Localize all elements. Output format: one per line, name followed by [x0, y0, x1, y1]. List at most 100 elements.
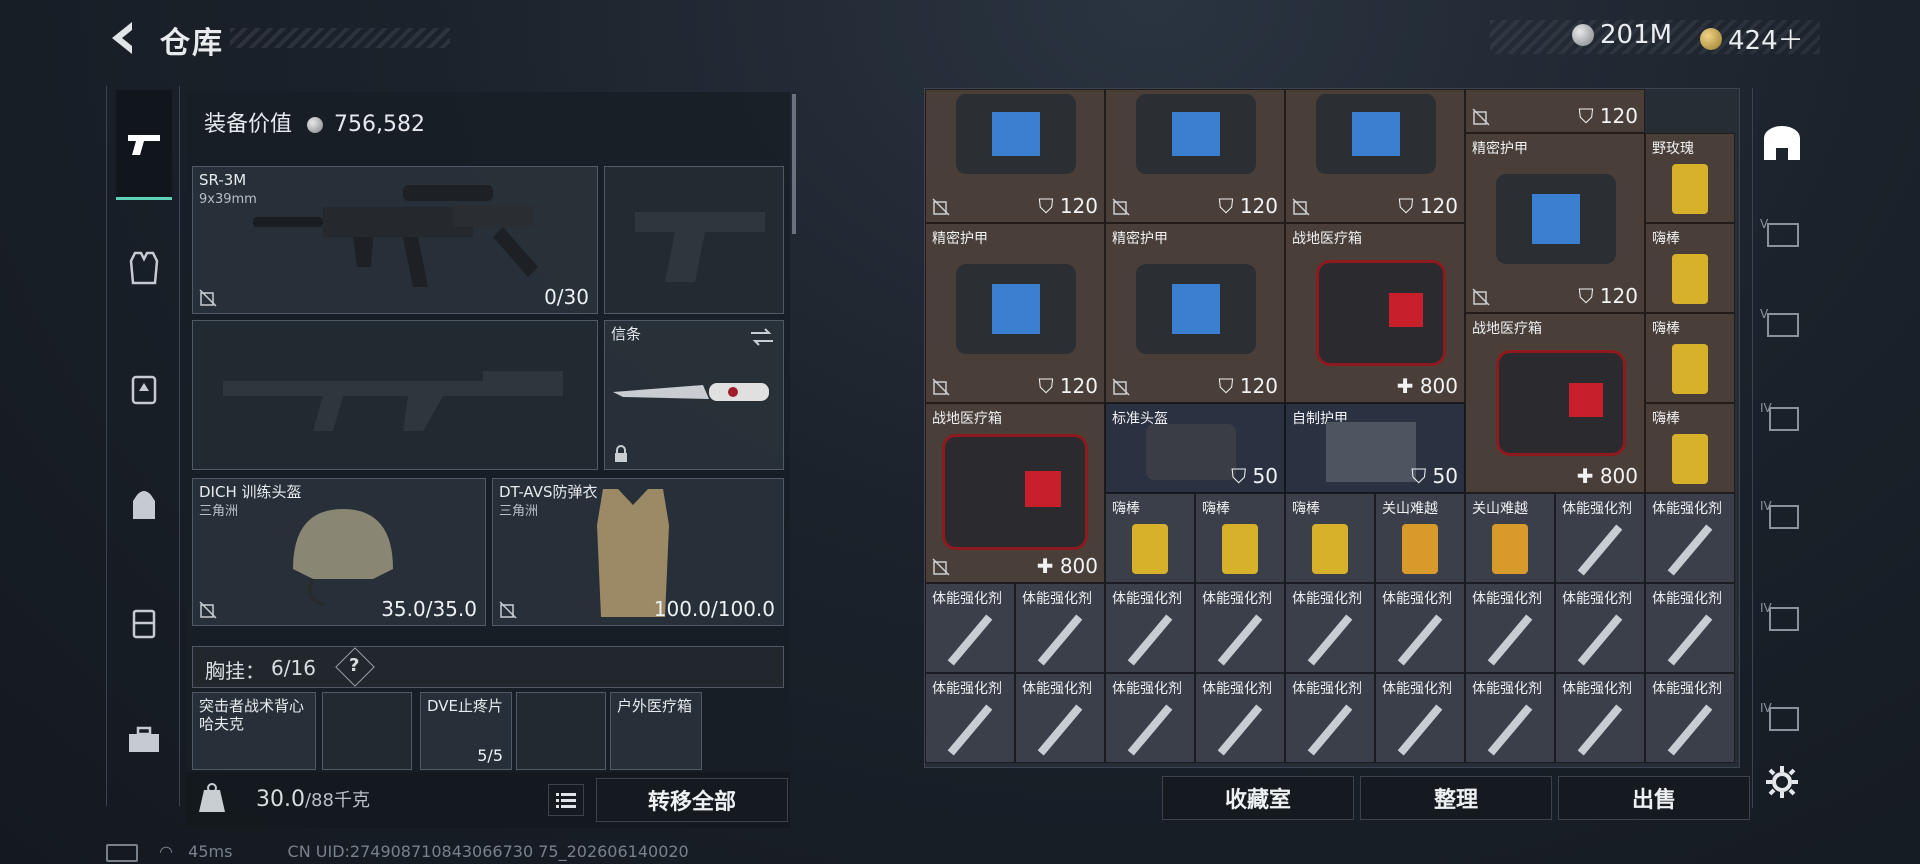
pistol-icon	[128, 134, 160, 155]
stash-item-drink[interactable]: 嗨棒	[1285, 493, 1375, 583]
equipment-scrollbar[interactable]	[792, 94, 796, 234]
stash-item-drink[interactable]: 嗨棒	[1105, 493, 1195, 583]
stash-item-medkit[interactable]: 战地医疗箱 ✚ 800	[1285, 223, 1465, 403]
stash-item-helmet[interactable]: 标准头盔 ⛉ 50	[1105, 403, 1285, 493]
swap-icon[interactable]	[749, 327, 775, 347]
stash-item-stim[interactable]: 体能强化剂	[1375, 583, 1465, 673]
organize-button[interactable]: 整理	[1360, 776, 1552, 820]
helmet-icon	[293, 509, 393, 606]
melee-slot[interactable]: 信条	[604, 320, 784, 470]
stash-item-stim[interactable]: 体能强化剂	[925, 673, 1015, 763]
stash-item-medkit[interactable]: 战地医疗箱 ✚ 800	[925, 403, 1105, 583]
stash-item-stim[interactable]: 体能强化剂	[1375, 673, 1465, 763]
primary-weapon-slot[interactable]: SR-3M 9x39mm 0/30	[192, 166, 598, 314]
stash-item-drink[interactable]: 嗨棒	[1645, 313, 1735, 403]
no-insurance-icon	[499, 601, 517, 619]
no-insurance-icon	[1112, 198, 1130, 216]
stash-item-stim[interactable]: 体能强化剂	[1555, 583, 1645, 673]
list-view-button[interactable]	[548, 784, 584, 816]
stash-item-stim[interactable]: 体能强化剂	[1015, 583, 1105, 673]
stash-item-armor[interactable]: ⛉ 120	[1285, 89, 1465, 223]
stash-item-stim[interactable]: 体能强化剂	[1195, 673, 1285, 763]
stash-tab-4d[interactable]: IV	[1760, 698, 1816, 742]
stash-tab-4b[interactable]: IV	[1760, 496, 1816, 540]
helmet-slot[interactable]: DICH 训练头盔 三角洲 35.0/35.0	[192, 478, 486, 626]
stash-item-stim[interactable]: 体能强化剂	[1555, 673, 1645, 763]
item-name: 体能强化剂	[1112, 591, 1182, 607]
stash-page-icon: V	[1760, 217, 1799, 247]
stash-item-stim[interactable]: 体能强化剂	[1195, 583, 1285, 673]
chest-rig-header[interactable]: 胸挂： 6/16 ?	[192, 646, 784, 688]
item-name: 户外医疗箱	[617, 697, 693, 715]
gold-amount: 424＋	[1728, 26, 1804, 56]
stash-item-drink[interactable]: 野玫瑰	[1645, 133, 1735, 223]
stash-item-cocktail[interactable]: 关山难越	[1465, 493, 1555, 583]
stash-item-drink[interactable]: 嗨棒	[1645, 223, 1735, 313]
silver-coin-icon	[307, 117, 324, 133]
list-icon	[556, 793, 576, 808]
equipment-value-label: 装备价值	[204, 112, 293, 137]
armor-slot[interactable]: DT-AVS防弹衣 三角洲 100.0/100.0	[492, 478, 784, 626]
sell-button[interactable]: 出售	[1558, 776, 1750, 820]
stash-item-stim[interactable]: 体能强化剂	[1645, 583, 1735, 673]
stash-item-stim[interactable]: 体能强化剂	[1465, 583, 1555, 673]
stash-item-drink[interactable]: 嗨棒	[1645, 403, 1735, 493]
gold-coin-icon	[1700, 27, 1722, 50]
rig-item-medkit[interactable]: 户外医疗箱	[610, 692, 702, 770]
stash-tab-5b[interactable]: V	[1760, 304, 1816, 348]
transfer-all-button[interactable]: 转移全部	[596, 778, 788, 822]
stash-tab-main[interactable]	[1760, 124, 1816, 168]
home-stash-icon	[1764, 126, 1800, 160]
item-value: ⛉ 120	[1038, 374, 1098, 398]
category-armor-tab[interactable]	[116, 240, 172, 296]
stash-item-cocktail[interactable]: 关山难越	[1375, 493, 1465, 583]
rig-pouch-slot[interactable]	[322, 692, 412, 770]
stash-tab-5[interactable]: V	[1760, 214, 1816, 258]
category-chest-rig-tab[interactable]	[116, 360, 172, 416]
item-name: 嗨棒	[1652, 231, 1680, 247]
syringe-icon	[1667, 704, 1713, 756]
stash-item-stim[interactable]: 体能强化剂	[1015, 673, 1105, 763]
stash-item-stim[interactable]: 体能强化剂	[925, 583, 1015, 673]
backpack-slot[interactable]: 突击者战术背心 哈夫克	[192, 692, 316, 770]
stash-item-armor[interactable]: ⛉ 120	[1105, 89, 1285, 223]
stash-item-armor[interactable]: 精密护甲 ⛉ 120	[925, 223, 1105, 403]
back-arrow-icon[interactable]	[104, 18, 144, 58]
settings-gear-icon[interactable]	[1764, 764, 1800, 800]
gold-currency[interactable]: 424＋	[1700, 20, 1804, 57]
stash-item-homemade-armor[interactable]: 自制护甲 ⛉ 50	[1285, 403, 1465, 493]
rig-pouch-slot[interactable]	[516, 692, 606, 770]
stash-item-stim[interactable]: 体能强化剂	[1105, 583, 1195, 673]
stash-item-medkit[interactable]: 战地医疗箱 ✚ 800	[1465, 313, 1645, 493]
secondary-weapon-slot[interactable]	[604, 166, 784, 314]
category-toolbox-tab[interactable]	[116, 712, 172, 768]
rig-item-painkiller[interactable]: DVE止疼片 5/5	[420, 692, 512, 770]
syringe-icon	[1037, 704, 1083, 756]
stash-item-stim[interactable]: 体能强化剂	[1105, 673, 1195, 763]
stash-item-armor[interactable]: 精密护甲 ⛉ 120	[1105, 223, 1285, 403]
category-weapons-tab[interactable]	[116, 90, 172, 200]
stash-item-armor[interactable]: ⛉ 120	[925, 89, 1105, 223]
stash-item-stim[interactable]: 体能强化剂	[1645, 493, 1735, 583]
stash-tab-4[interactable]: IV	[1760, 398, 1816, 442]
stash-item-partial[interactable]: ⛉ 120	[1465, 89, 1645, 133]
stash-item-drink[interactable]: 嗨棒	[1195, 493, 1285, 583]
stash-item-stim[interactable]: 体能强化剂	[1645, 673, 1735, 763]
category-case-tab[interactable]	[116, 594, 172, 650]
silver-currency: 201M	[1572, 20, 1672, 50]
collection-room-button[interactable]: 收藏室	[1162, 776, 1354, 820]
item-name: 体能强化剂	[1562, 591, 1632, 607]
secondary-rifle-slot[interactable]	[192, 320, 598, 470]
item-value: ⛉ 120	[1218, 374, 1278, 398]
stash-item-armor[interactable]: 精密护甲 ⛉ 120	[1465, 133, 1645, 313]
stash-item-stim[interactable]: 体能强化剂	[1555, 493, 1645, 583]
item-name: 体能强化剂	[1022, 591, 1092, 607]
stash-item-stim[interactable]: 体能强化剂	[1285, 583, 1375, 673]
melee-label: 信条	[611, 325, 642, 343]
item-name: 战地医疗箱	[1292, 231, 1362, 247]
weapon-ammo: 0/30	[544, 285, 589, 309]
category-backpack-tab[interactable]	[116, 476, 172, 532]
stash-item-stim[interactable]: 体能强化剂	[1465, 673, 1555, 763]
stash-tab-4c[interactable]: IV	[1760, 598, 1816, 642]
stash-item-stim[interactable]: 体能强化剂	[1285, 673, 1375, 763]
